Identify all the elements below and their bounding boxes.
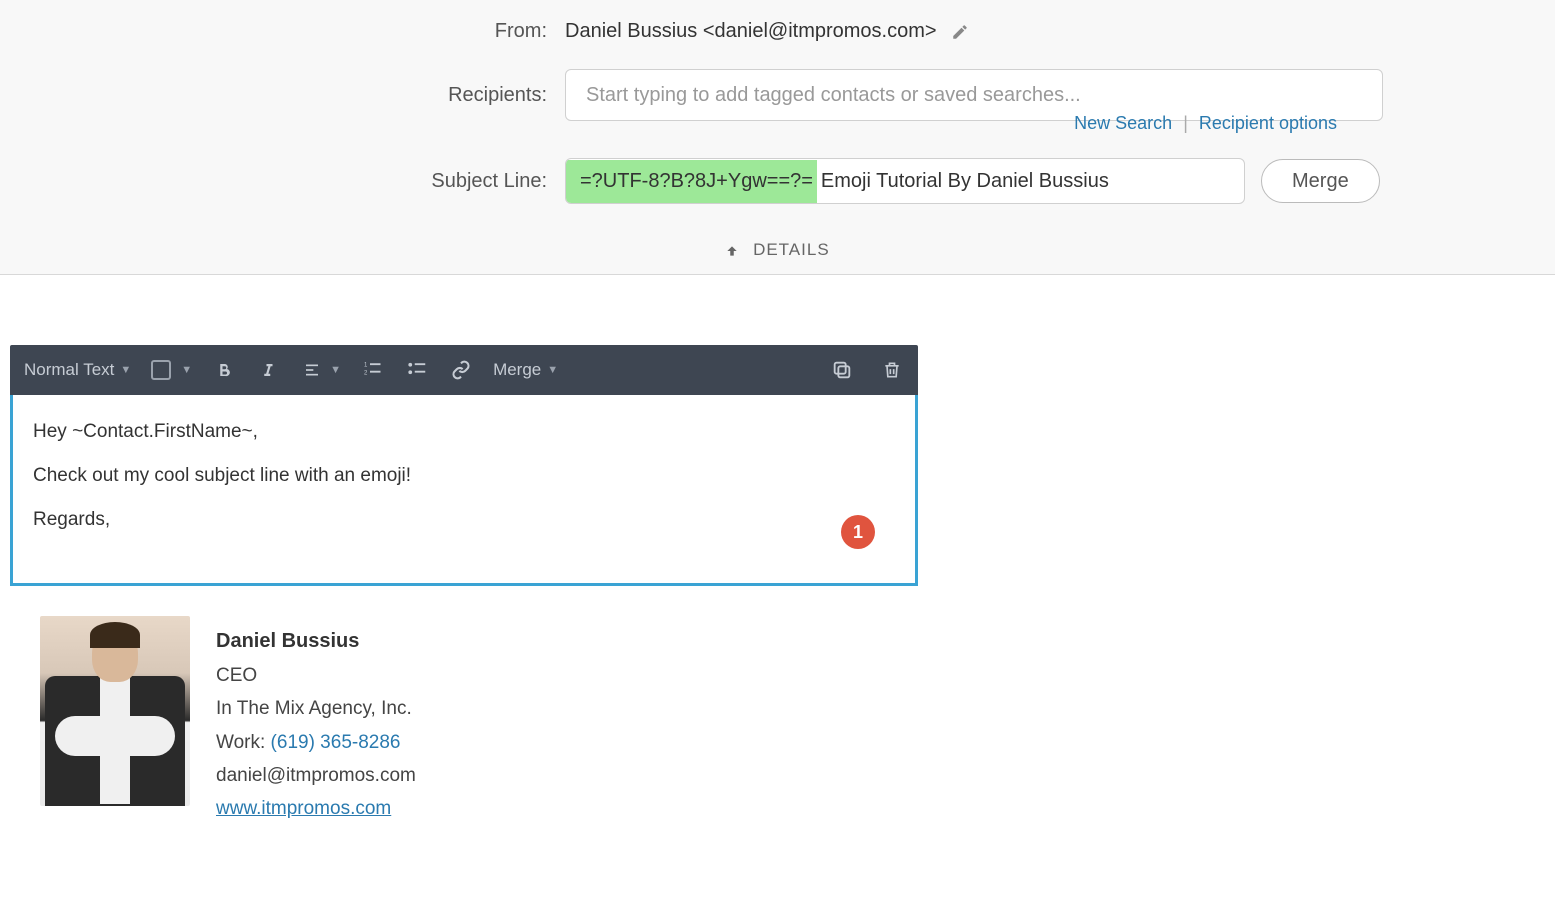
from-label: From:: [60, 20, 565, 43]
body-line-3: Regards,: [33, 509, 895, 531]
text-color-picker[interactable]: ▼: [151, 360, 192, 380]
signature-phone[interactable]: (619) 365-8286: [271, 732, 401, 753]
editor-toolbar: Normal Text ▼ ▼ ▼ 12: [10, 345, 918, 395]
new-search-link[interactable]: New Search: [1074, 113, 1172, 133]
signature-email: daniel@itmpromos.com: [216, 759, 416, 792]
body-line-2: Check out my cool subject line with an e…: [33, 465, 895, 487]
caret-down-icon: ▼: [181, 364, 192, 376]
caret-down-icon: ▼: [120, 364, 131, 376]
body-line-1: Hey ~Contact.FirstName~,: [33, 421, 895, 443]
merge-dropdown[interactable]: Merge ▼: [493, 360, 558, 380]
svg-text:1: 1: [364, 362, 368, 368]
signature-name: Daniel Bussius: [216, 624, 416, 659]
subject-emoji-code: =?UTF-8?B?8J+Ygw==?=: [566, 160, 817, 203]
unordered-list-button[interactable]: [405, 358, 429, 382]
signature-company: In The Mix Agency, Inc.: [216, 692, 416, 725]
italic-button[interactable]: [256, 358, 280, 382]
editor-section: Normal Text ▼ ▼ ▼ 12: [0, 275, 1555, 855]
notification-badge: 1: [841, 515, 875, 549]
work-label: Work:: [216, 732, 271, 753]
format-label: Normal Text: [24, 360, 114, 380]
edit-from-icon[interactable]: [951, 23, 969, 41]
subject-input[interactable]: =?UTF-8?B?8J+Ygw==?= Emoji Tutorial By D…: [565, 158, 1245, 204]
signature-title: CEO: [216, 659, 416, 692]
subject-label: Subject Line:: [60, 170, 565, 193]
merge-subject-button[interactable]: Merge: [1261, 159, 1380, 203]
from-value-wrap: Daniel Bussius <daniel@itmpromos.com>: [565, 20, 1495, 43]
email-header-form: From: Daniel Bussius <daniel@itmpromos.c…: [0, 0, 1555, 274]
signature-website[interactable]: www.itmpromos.com: [216, 798, 391, 819]
arrow-up-icon: [725, 240, 745, 259]
align-dropdown[interactable]: ▼: [300, 358, 341, 382]
signature-phone-row: Work: (619) 365-8286: [216, 726, 416, 759]
caret-down-icon: ▼: [330, 364, 341, 376]
caret-down-icon: ▼: [547, 364, 558, 376]
details-toggle[interactable]: DETAILS: [60, 226, 1495, 274]
bold-button[interactable]: [212, 358, 236, 382]
recipient-options-link[interactable]: Recipient options: [1199, 113, 1337, 133]
editor-body[interactable]: Hey ~Contact.FirstName~, Check out my co…: [10, 395, 918, 586]
recipients-label: Recipients:: [60, 84, 565, 107]
subject-text: Emoji Tutorial By Daniel Bussius: [817, 160, 1117, 203]
format-dropdown[interactable]: Normal Text ▼: [24, 360, 131, 380]
subject-row: Subject Line: =?UTF-8?B?8J+Ygw==?= Emoji…: [60, 158, 1495, 204]
link-separator: |: [1183, 113, 1188, 133]
signature-avatar: [40, 616, 190, 806]
delete-button[interactable]: [880, 358, 904, 382]
from-address: Daniel Bussius <daniel@itmpromos.com>: [565, 20, 937, 43]
copy-button[interactable]: [830, 358, 854, 382]
merge-label: Merge: [493, 360, 541, 380]
svg-text:2: 2: [364, 371, 368, 377]
color-swatch-icon: [151, 360, 171, 380]
link-button[interactable]: [449, 358, 473, 382]
from-row: From: Daniel Bussius <daniel@itmpromos.c…: [60, 20, 1495, 43]
editor-container: Normal Text ▼ ▼ ▼ 12: [10, 345, 918, 586]
signature-text: Daniel Bussius CEO In The Mix Agency, In…: [216, 616, 416, 825]
details-label: DETAILS: [753, 240, 830, 259]
signature-block: Daniel Bussius CEO In The Mix Agency, In…: [10, 586, 1555, 855]
ordered-list-button[interactable]: 12: [361, 358, 385, 382]
